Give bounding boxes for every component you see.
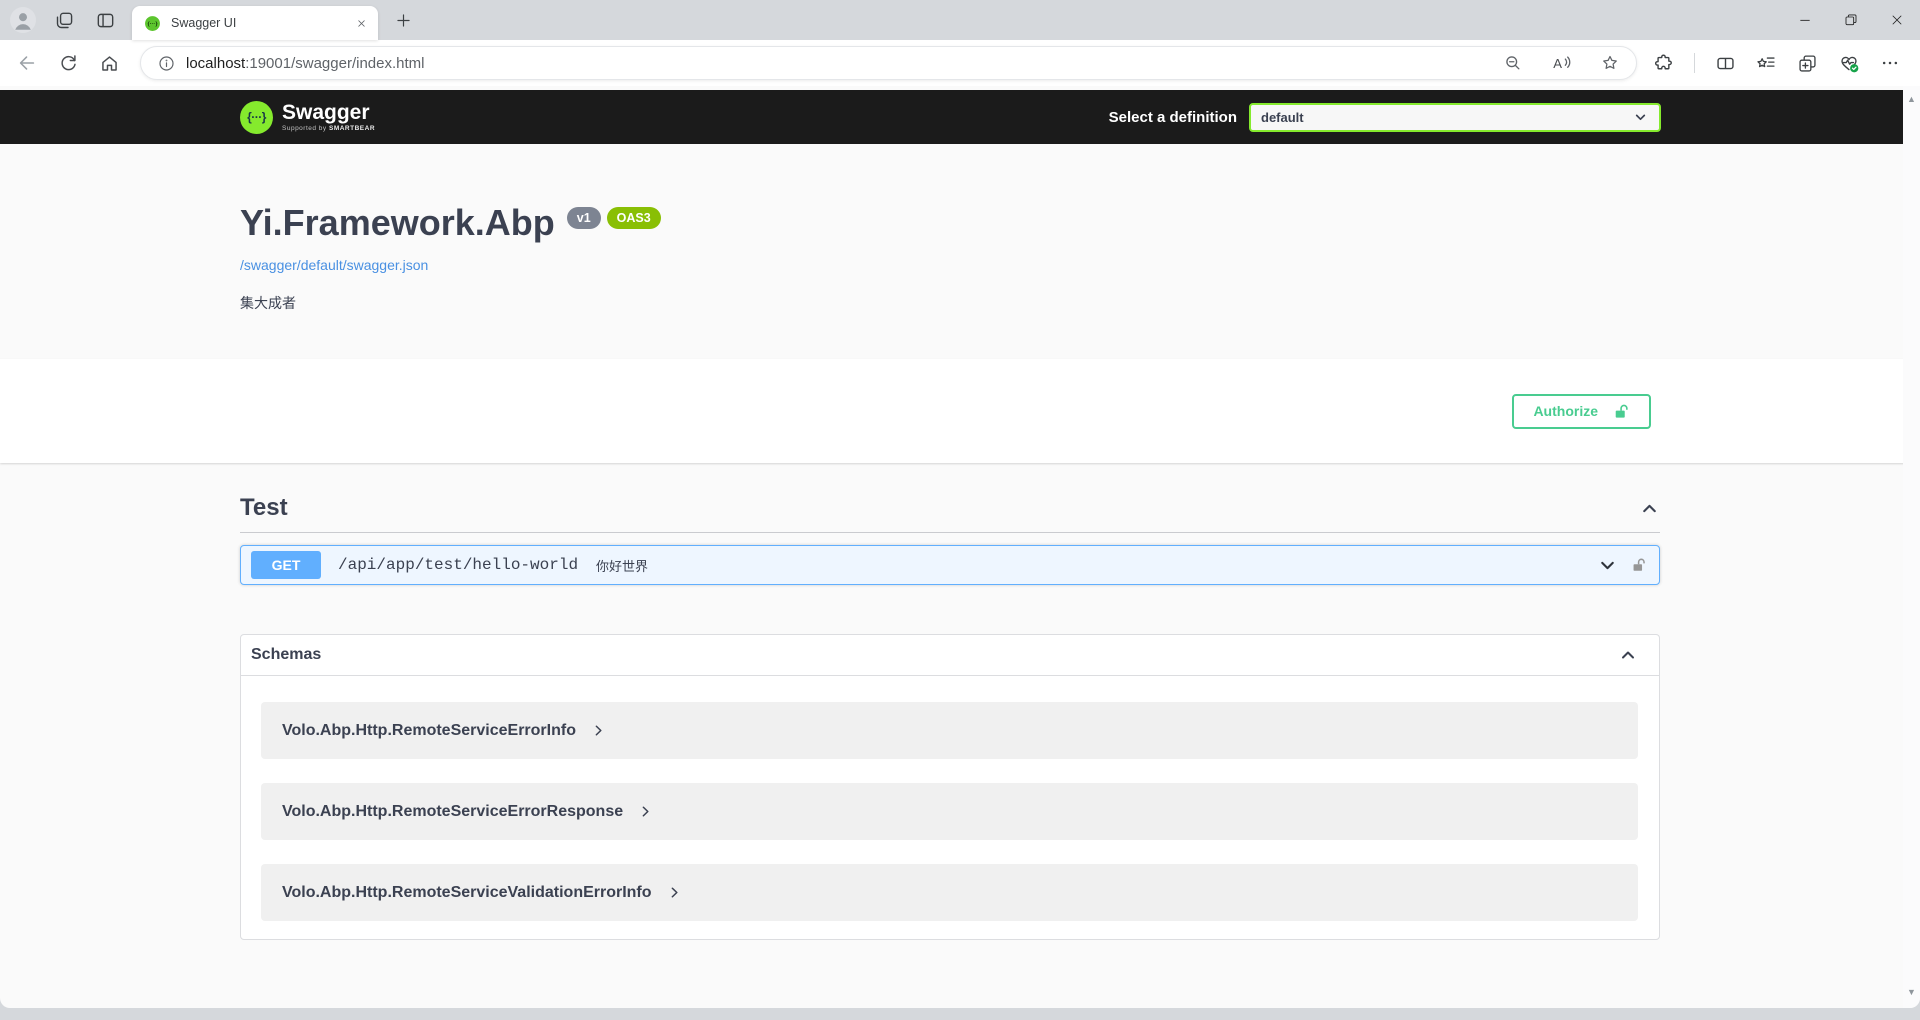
select-chevron-down-icon bbox=[1632, 109, 1649, 126]
schema-name: Volo.Abp.Http.RemoteServiceValidationErr… bbox=[282, 884, 652, 902]
swagger-topbar: {···} Swagger Supported by SMARTBEAR Sel… bbox=[0, 90, 1920, 144]
svg-text:{···}: {···} bbox=[147, 21, 158, 27]
tab-close-icon[interactable] bbox=[352, 14, 370, 32]
zoom-out-icon[interactable] bbox=[1503, 53, 1523, 73]
api-title: Yi.Framework.Abp bbox=[240, 200, 555, 245]
browser-tab-strip: {···} Swagger UI bbox=[0, 0, 1920, 40]
browser-essentials-icon[interactable] bbox=[1838, 52, 1860, 74]
oas3-badge: OAS3 bbox=[607, 207, 661, 229]
profile-avatar[interactable] bbox=[10, 7, 36, 33]
toolbar-divider bbox=[1694, 53, 1695, 73]
url-text: localhost:19001/swagger/index.html bbox=[186, 55, 424, 72]
chevron-right-icon bbox=[666, 884, 683, 901]
spec-json-link[interactable]: /swagger/default/swagger.json bbox=[240, 257, 428, 273]
tab-actions-icon[interactable] bbox=[95, 10, 116, 31]
page-scrollbar[interactable]: ▲ ▼ bbox=[1903, 86, 1920, 1008]
address-bar[interactable]: localhost:19001/swagger/index.html A bbox=[140, 46, 1637, 80]
schema-name: Volo.Abp.Http.RemoteServiceErrorInfo bbox=[282, 722, 576, 740]
chevron-right-icon bbox=[590, 722, 607, 739]
select-definition-label: Select a definition bbox=[1109, 109, 1237, 126]
authorize-button-label: Authorize bbox=[1533, 403, 1598, 419]
split-screen-icon[interactable] bbox=[1715, 53, 1736, 74]
scroll-up-icon[interactable]: ▲ bbox=[1907, 95, 1916, 104]
operation-expand-chevron-down-icon[interactable] bbox=[1597, 555, 1618, 576]
url-host: localhost bbox=[186, 55, 245, 72]
scheme-container: Authorize bbox=[0, 359, 1920, 463]
authorize-button[interactable]: Authorize bbox=[1512, 394, 1651, 429]
settings-more-icon[interactable] bbox=[1880, 53, 1900, 73]
operation-summary: 你好世界 bbox=[596, 556, 648, 575]
tag-section-test[interactable]: Test bbox=[240, 494, 1660, 533]
operation-auth-lock-icon[interactable] bbox=[1631, 557, 1647, 573]
web-page-swagger-ui: {···} Swagger Supported by SMARTBEAR Sel… bbox=[0, 86, 1920, 1008]
schemas-list: Volo.Abp.Http.RemoteServiceErrorInfo Vol… bbox=[241, 676, 1659, 939]
swagger-favicon: {···} bbox=[144, 15, 161, 32]
schema-name: Volo.Abp.Http.RemoteServiceErrorResponse bbox=[282, 803, 623, 821]
definition-select[interactable]: default bbox=[1249, 103, 1661, 132]
refresh-icon[interactable] bbox=[58, 53, 79, 74]
read-aloud-icon[interactable]: A bbox=[1551, 53, 1572, 74]
schemas-title: Schemas bbox=[251, 646, 321, 664]
api-content: Test GET /api/app/test/hello-world 你好世界 bbox=[240, 494, 1660, 940]
browser-toolbar: localhost:19001/swagger/index.html A bbox=[0, 40, 1920, 86]
schemas-card: Schemas Volo.Abp.Http.RemoteServiceError… bbox=[240, 634, 1660, 940]
favorites-bar-icon[interactable] bbox=[1756, 53, 1777, 74]
unlock-icon bbox=[1613, 403, 1630, 420]
definition-selected-value: default bbox=[1261, 110, 1632, 125]
collections-icon[interactable] bbox=[1797, 53, 1818, 74]
swagger-logo-icon: {···} bbox=[240, 101, 273, 134]
schema-row-remote-service-error-info[interactable]: Volo.Abp.Http.RemoteServiceErrorInfo bbox=[261, 702, 1638, 759]
http-method-badge: GET bbox=[251, 551, 321, 579]
api-info-section: Yi.Framework.Abp v1 OAS3 /swagger/defaul… bbox=[0, 144, 1920, 359]
schemas-header[interactable]: Schemas bbox=[241, 635, 1659, 676]
back-icon[interactable] bbox=[16, 52, 38, 74]
url-path: :19001/swagger/index.html bbox=[245, 55, 424, 72]
workspaces-icon[interactable] bbox=[54, 10, 75, 31]
close-window-icon[interactable] bbox=[1874, 0, 1920, 40]
schema-row-remote-service-validation-error-info[interactable]: Volo.Abp.Http.RemoteServiceValidationErr… bbox=[261, 864, 1638, 921]
window-controls bbox=[1782, 0, 1920, 40]
operation-path: /api/app/test/hello-world bbox=[338, 556, 578, 574]
new-tab-icon[interactable] bbox=[390, 7, 416, 33]
tag-title: Test bbox=[240, 494, 288, 522]
minimize-icon[interactable] bbox=[1782, 0, 1828, 40]
operation-get-hello-world[interactable]: GET /api/app/test/hello-world 你好世界 bbox=[240, 545, 1660, 585]
swagger-brand-text: Swagger bbox=[282, 102, 375, 123]
site-info-icon[interactable] bbox=[157, 54, 176, 73]
restore-icon[interactable] bbox=[1828, 0, 1874, 40]
svg-text:A: A bbox=[1553, 55, 1562, 70]
tag-collapse-chevron-up-icon[interactable] bbox=[1639, 498, 1660, 519]
favorite-star-icon[interactable] bbox=[1600, 53, 1620, 73]
schema-row-remote-service-error-response[interactable]: Volo.Abp.Http.RemoteServiceErrorResponse bbox=[261, 783, 1638, 840]
api-version-badge: v1 bbox=[567, 207, 601, 229]
home-icon[interactable] bbox=[99, 53, 120, 74]
tab-title: Swagger UI bbox=[171, 16, 352, 30]
chevron-right-icon bbox=[637, 803, 654, 820]
browser-tab-swagger-ui[interactable]: {···} Swagger UI bbox=[132, 6, 378, 40]
api-description: 集大成者 bbox=[240, 293, 1920, 359]
swagger-logo[interactable]: {···} Swagger Supported by SMARTBEAR bbox=[240, 101, 375, 134]
swagger-brand-subtext: Supported by SMARTBEAR bbox=[282, 125, 375, 132]
extensions-icon[interactable] bbox=[1653, 53, 1674, 74]
schemas-collapse-chevron-up-icon[interactable] bbox=[1618, 645, 1638, 665]
scroll-down-icon[interactable]: ▼ bbox=[1907, 988, 1916, 997]
